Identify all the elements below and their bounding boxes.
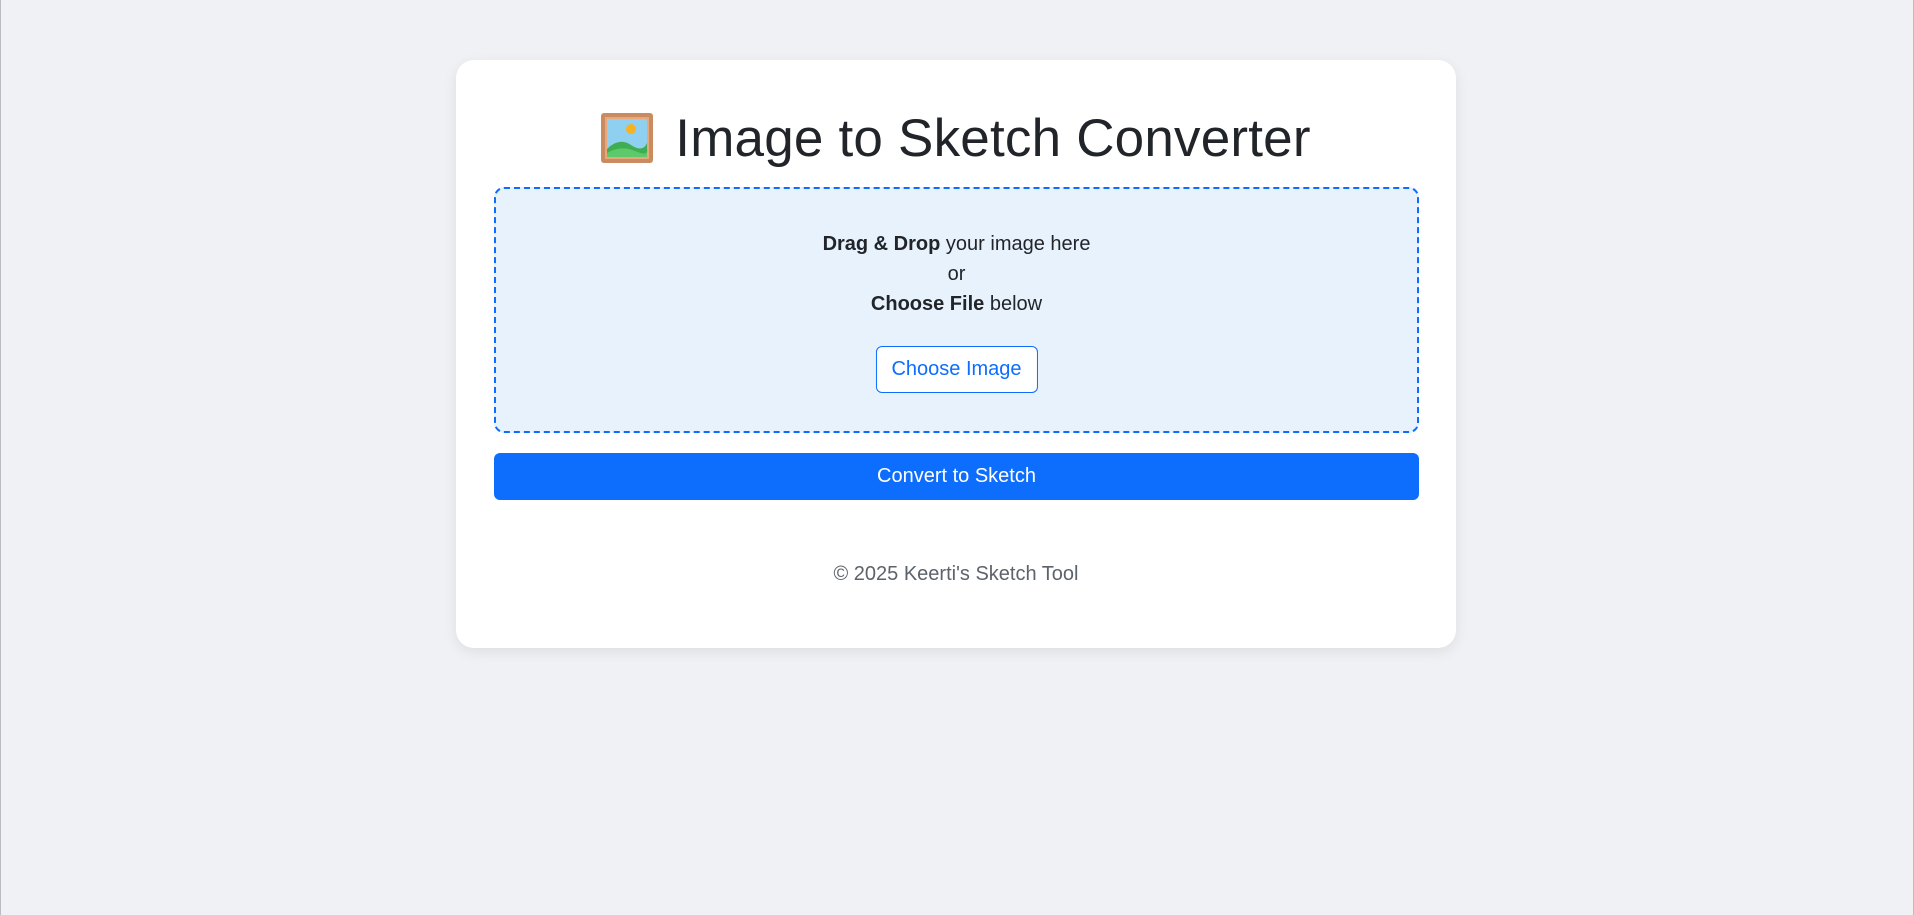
drop-line-1: Drag & Drop your image here	[496, 229, 1417, 259]
drag-drop-rest: your image here	[940, 233, 1091, 255]
converter-card: Image to Sketch Converter Drag & Drop yo…	[456, 60, 1456, 648]
page-title: Image to Sketch Converter	[675, 108, 1311, 168]
drop-line-3: Choose File below	[496, 289, 1417, 319]
title-row: Image to Sketch Converter	[456, 98, 1456, 178]
footer-copyright: © 2025 Keerti's Sketch Tool	[833, 563, 1079, 585]
choose-file-label: Choose File	[870, 293, 985, 315]
convert-to-sketch-button[interactable]: Convert to Sketch	[494, 453, 1419, 500]
drop-zone[interactable]: Drag & Drop your image here or Choose Fi…	[494, 187, 1419, 433]
drop-line-or: or	[947, 263, 966, 285]
framed-picture-icon	[601, 113, 654, 163]
drag-drop-label: Drag & Drop	[822, 233, 941, 255]
choose-file-rest: below	[984, 293, 1043, 315]
choose-image-button[interactable]: Choose Image	[875, 346, 1038, 393]
drop-instructions: Drag & Drop your image here or Choose Fi…	[496, 229, 1417, 319]
